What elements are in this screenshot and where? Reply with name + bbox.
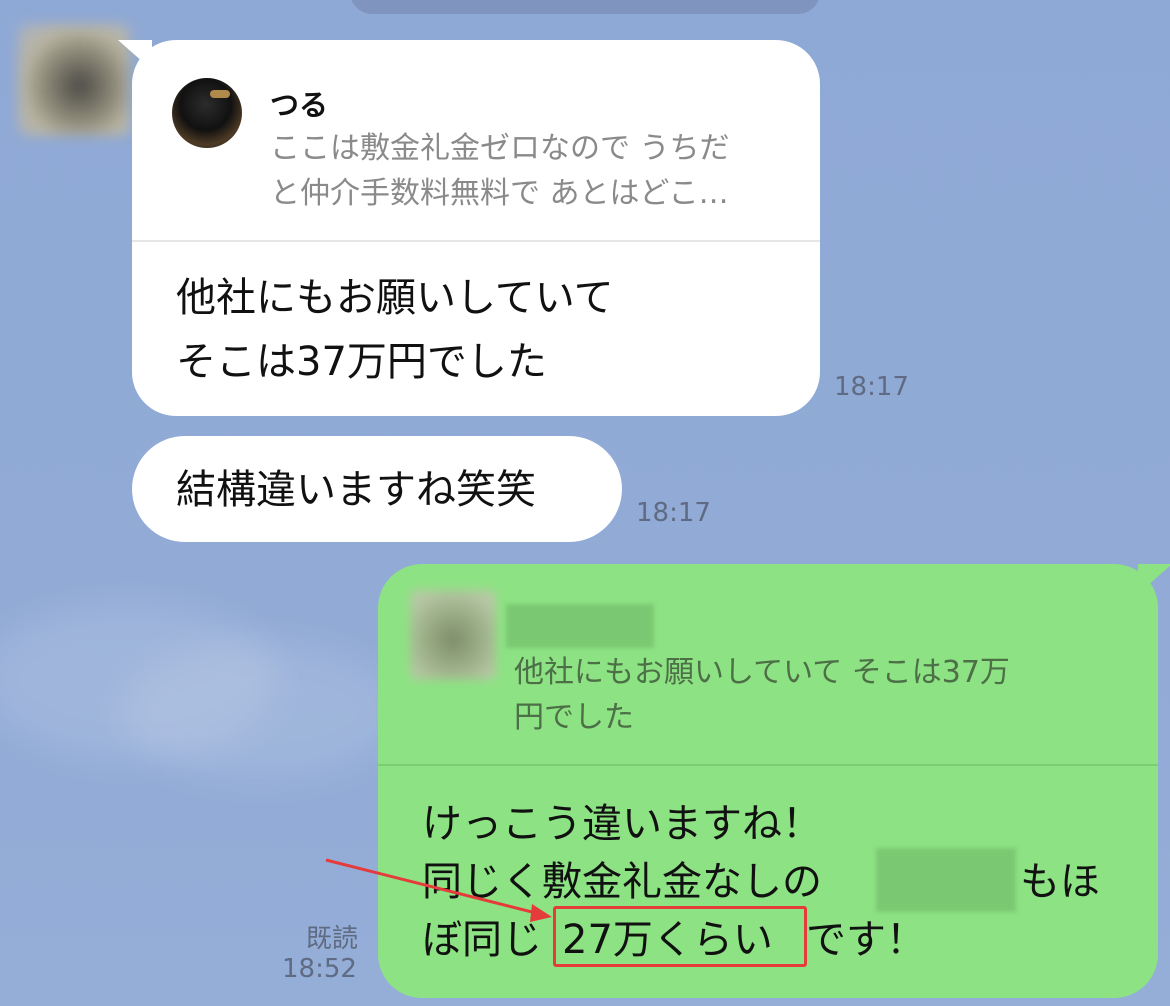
annotation-arrow — [325, 858, 552, 922]
